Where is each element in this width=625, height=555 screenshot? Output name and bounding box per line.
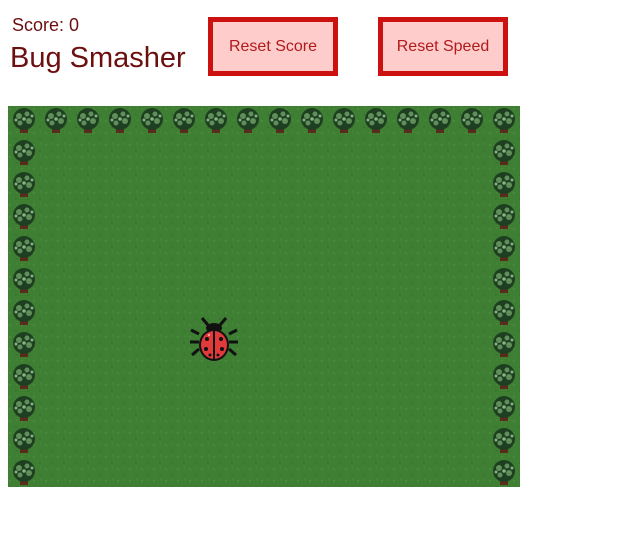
game-title: Bug Smasher [10,42,186,74]
game-canvas[interactable] [8,106,520,487]
score-display: Score: 0 [12,15,80,35]
reset-speed-button[interactable]: Reset Speed [378,17,508,76]
reset-score-button[interactable]: Reset Score [208,17,338,76]
grass-background [8,106,520,487]
